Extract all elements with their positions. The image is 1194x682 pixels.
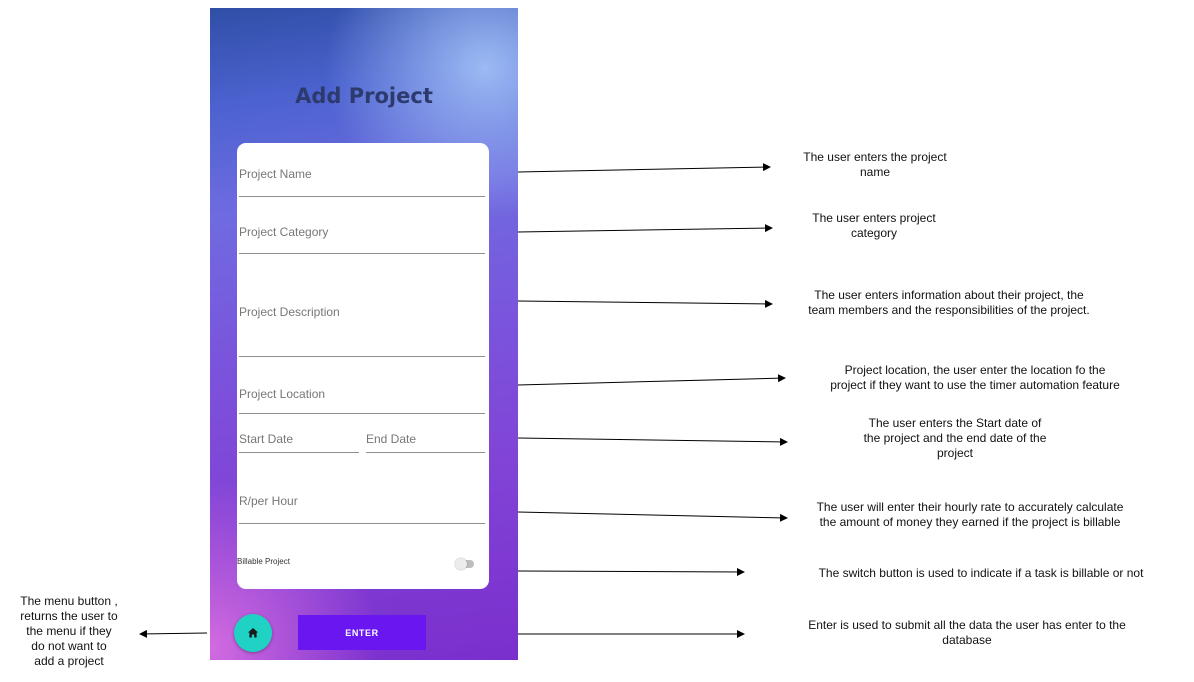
arrow-project-location [517, 374, 786, 386]
arrow-menu [139, 629, 208, 638]
note-enter: Enter is used to submit all the data the… [808, 618, 1126, 647]
arrow-project-name [517, 163, 771, 173]
note-dates: The user enters the Start date of the pro… [863, 416, 1047, 460]
arrow-rate [517, 511, 788, 522]
note-project-description: The user enters information about their … [808, 288, 1090, 317]
note-rate: The user will enter their hourly rate to… [816, 500, 1124, 529]
note-project-category: The user enters project category [812, 211, 936, 240]
note-menu: The menu button , returns the user to the … [20, 594, 118, 668]
note-project-location: Project location, the user enter the loc… [830, 363, 1120, 392]
arrow-project-description [517, 299, 773, 308]
arrow-billable [517, 567, 745, 576]
note-project-name: The user enters the project name [803, 150, 947, 179]
arrow-dates [517, 437, 788, 446]
arrow-project-category [517, 224, 773, 233]
note-billable: The switch button is used to indicate if… [818, 566, 1144, 580]
